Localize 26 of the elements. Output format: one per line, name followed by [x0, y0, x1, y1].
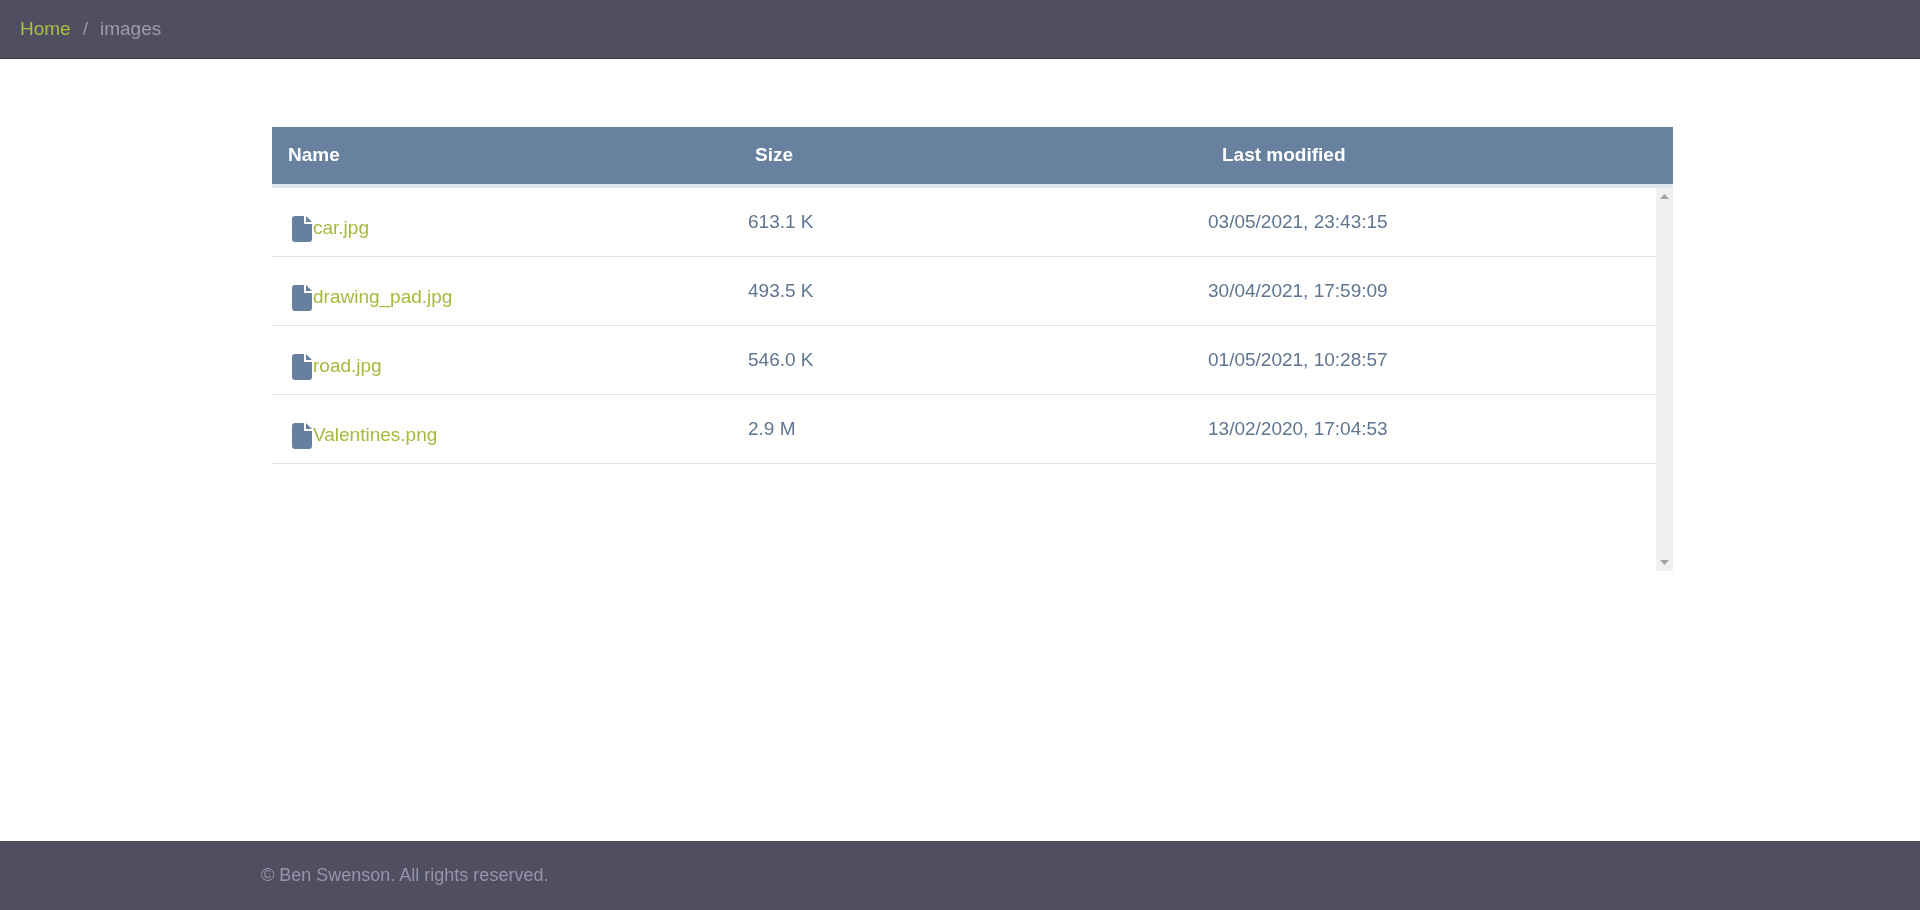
file-size: 613.1 K [747, 209, 814, 234]
breadcrumb-separator: / [82, 16, 88, 41]
column-header: Size [754, 143, 794, 168]
file-icon [292, 354, 312, 381]
file-icon [292, 423, 312, 450]
file-name-link[interactable]: car.jpg [313, 201, 369, 243]
modified-date: 13/02/2020, 17:04:53 [1207, 416, 1388, 441]
file-size: 546.0 K [747, 347, 814, 372]
column-header: Name [287, 143, 340, 168]
breadcrumb-current: images [99, 16, 162, 41]
file-icon [292, 216, 312, 243]
file-size: 493.5 K [747, 278, 814, 303]
scrollbar[interactable] [1656, 188, 1673, 571]
file-name-link[interactable]: road.jpg [313, 339, 382, 381]
file-name-link[interactable]: Valentines.png [313, 408, 438, 450]
file-name-link[interactable]: drawing_pad.jpg [313, 270, 453, 312]
modified-date: 30/04/2021, 17:59:09 [1207, 278, 1388, 303]
modified-date: 03/05/2021, 23:43:15 [1207, 209, 1388, 234]
breadcrumb-link[interactable]: Home [20, 14, 71, 44]
scroll-up-icon[interactable] [1660, 194, 1669, 199]
file-icon [292, 285, 312, 312]
modified-date: 01/05/2021, 10:28:57 [1207, 347, 1388, 372]
scroll-down-icon[interactable] [1660, 560, 1669, 565]
copyright-text: © Ben Swenson. All rights reserved. [261, 864, 549, 887]
file-size: 2.9 M [747, 416, 796, 441]
column-header: Last modified [1221, 143, 1346, 168]
